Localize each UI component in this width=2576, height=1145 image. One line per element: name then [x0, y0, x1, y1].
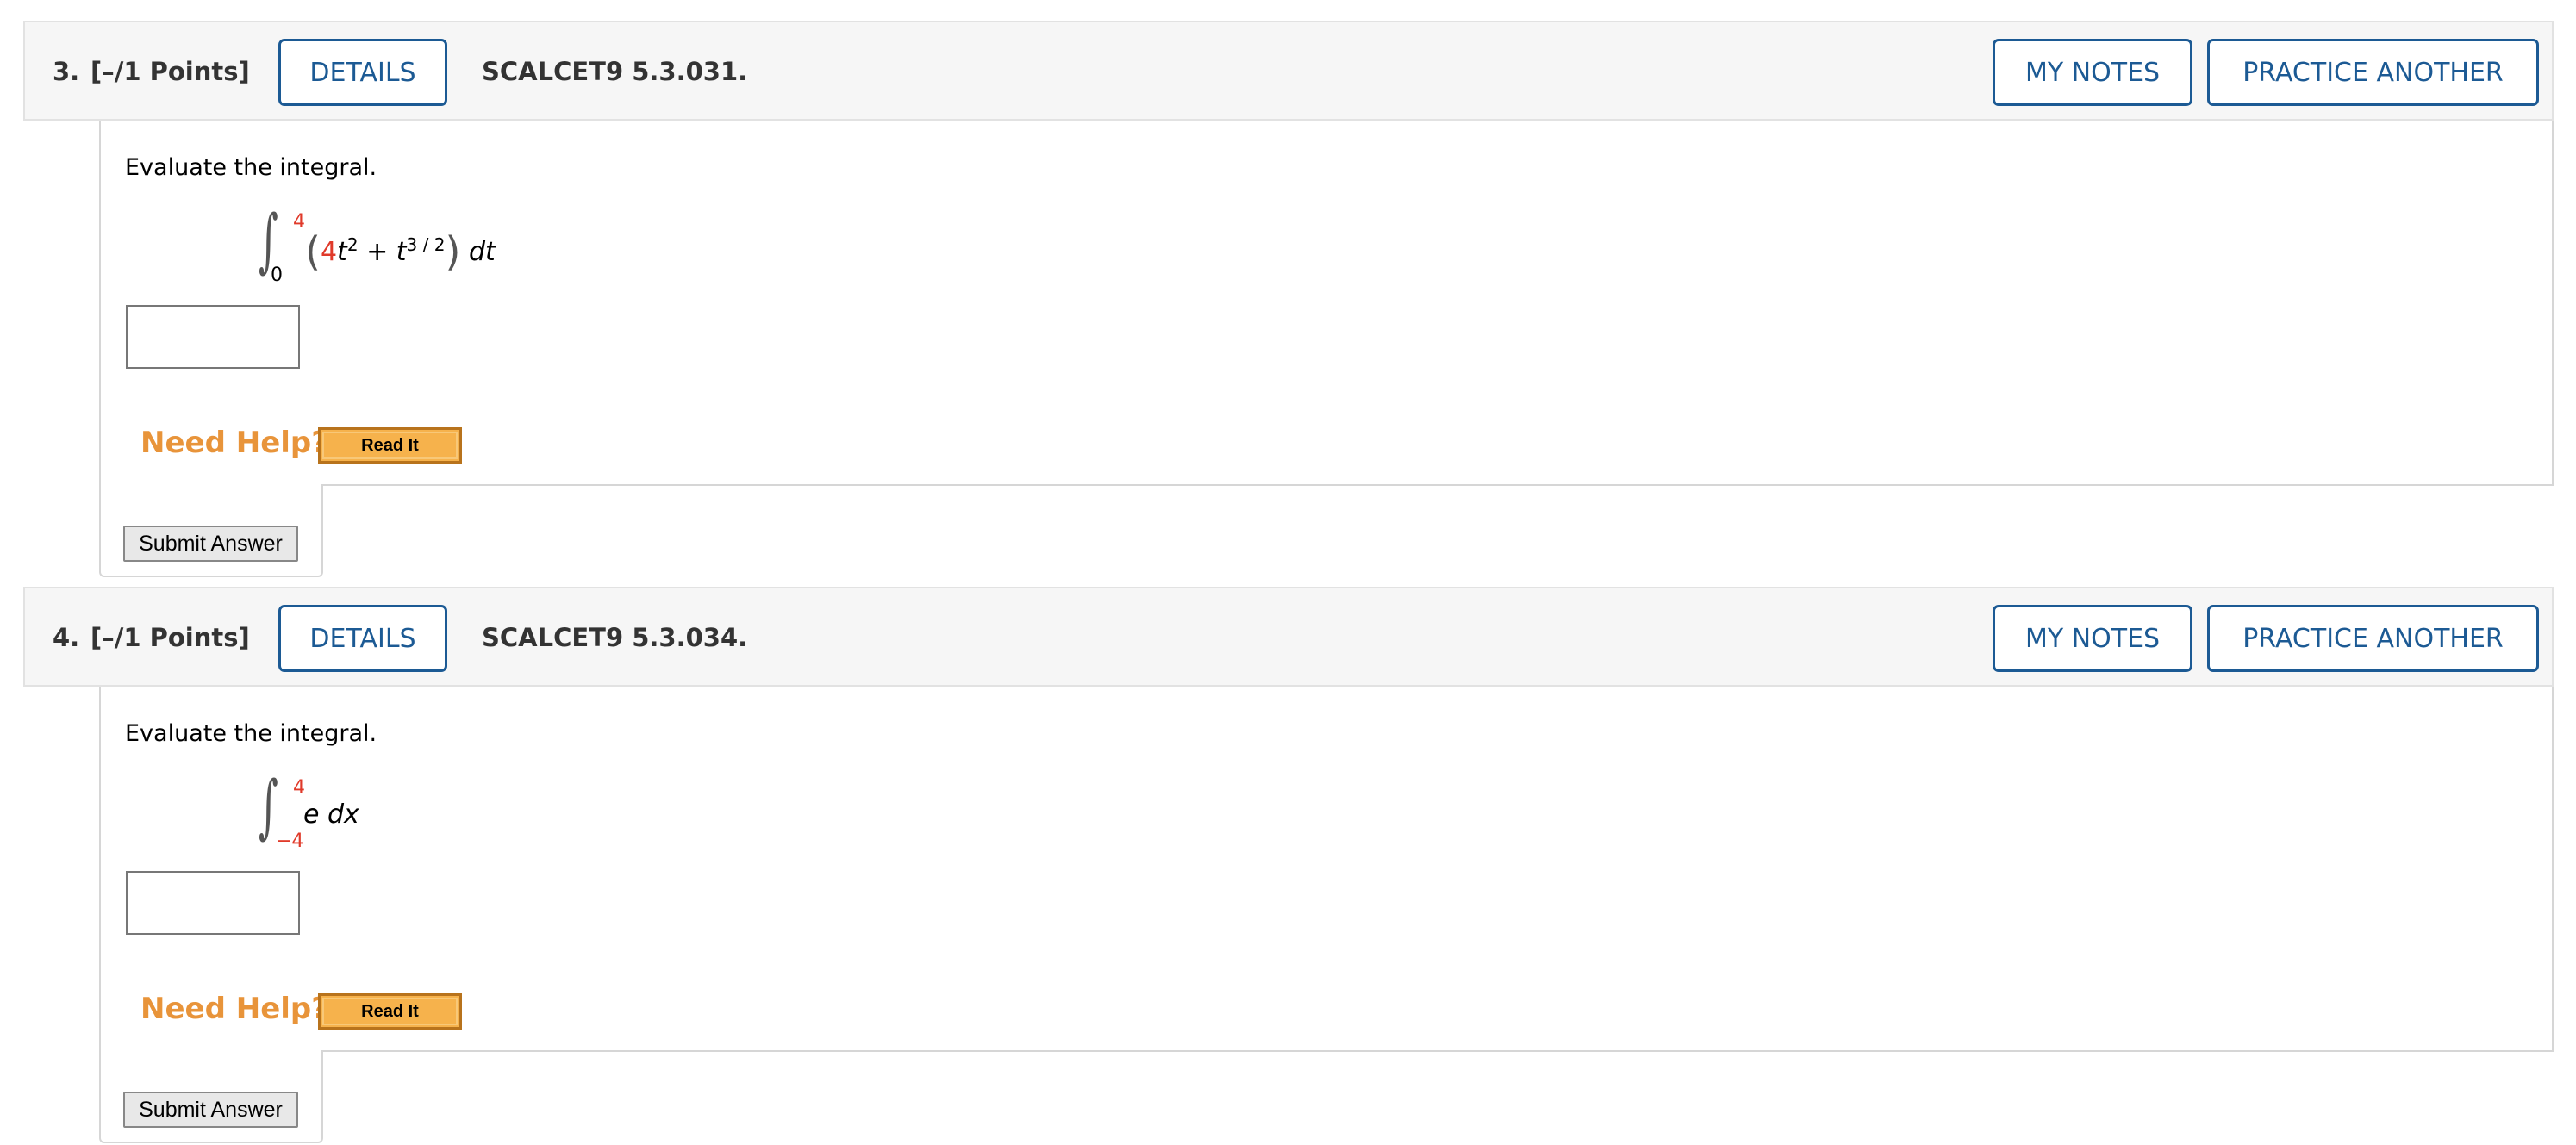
- question-3: 3. [–/1 Points] DETAILS SCALCET9 5.3.031…: [0, 21, 2576, 589]
- question-4: 4. [–/1 Points] DETAILS SCALCET9 5.3.034…: [0, 587, 2576, 1145]
- integrand: (4t2 + t3 / 2) dt: [305, 228, 496, 275]
- differential: dx: [327, 800, 359, 830]
- integrand-variable: t: [337, 237, 347, 267]
- question-code: SCALCET9 5.3.031.: [482, 57, 748, 86]
- question-points: [–/1 Points]: [90, 57, 250, 86]
- left-paren-icon: (: [305, 228, 321, 275]
- read-it-button[interactable]: Read It: [318, 427, 462, 464]
- question-number: 4.: [53, 623, 80, 652]
- right-paren-icon: ): [445, 228, 461, 275]
- practice-another-button[interactable]: PRACTICE ANOTHER: [2207, 39, 2539, 106]
- submit-answer-button[interactable]: Submit Answer: [123, 1092, 298, 1128]
- differential: dt: [468, 237, 496, 267]
- integrand-variable-2: t: [396, 237, 407, 267]
- question-header: 3. [–/1 Points] DETAILS SCALCET9 5.3.031…: [23, 21, 2554, 121]
- integral-lower-limit: −4: [276, 831, 304, 852]
- submit-answer-button[interactable]: Submit Answer: [123, 526, 298, 562]
- integrand-function: e: [303, 800, 320, 830]
- details-button[interactable]: DETAILS: [278, 605, 447, 672]
- practice-another-button[interactable]: PRACTICE ANOTHER: [2207, 605, 2539, 672]
- question-body: [99, 687, 2554, 1052]
- question-points: [–/1 Points]: [90, 623, 250, 652]
- integral-expression: ∫ 4 −4 e dx: [259, 772, 689, 867]
- question-header: 4. [–/1 Points] DETAILS SCALCET9 5.3.034…: [23, 587, 2554, 687]
- plus-sign: +: [358, 237, 396, 267]
- my-notes-button[interactable]: MY NOTES: [1993, 605, 2192, 672]
- integrand-coefficient: 4: [320, 237, 338, 267]
- question-prompt: Evaluate the integral.: [125, 154, 377, 181]
- question-body: [99, 121, 2554, 486]
- integrand-exponent-2: 3 / 2: [406, 234, 446, 255]
- answer-input[interactable]: [126, 871, 300, 935]
- integral-lower-limit: 0: [271, 264, 283, 286]
- read-it-button[interactable]: Read It: [318, 993, 462, 1030]
- my-notes-button[interactable]: MY NOTES: [1993, 39, 2192, 106]
- integral-upper-limit: 4: [293, 777, 305, 799]
- integral-upper-limit: 4: [293, 211, 305, 233]
- question-code: SCALCET9 5.3.034.: [482, 623, 748, 652]
- need-help-label: Need Help?: [140, 426, 328, 460]
- integrand: e dx: [303, 800, 359, 830]
- need-help-label: Need Help?: [140, 992, 328, 1026]
- details-button[interactable]: DETAILS: [278, 39, 447, 106]
- answer-input[interactable]: [126, 305, 300, 369]
- integral-expression: ∫ 4 0 (4t2 + t3 / 2) dt: [259, 206, 689, 301]
- integrand-exponent: 2: [346, 234, 359, 255]
- question-number: 3.: [53, 57, 80, 86]
- question-prompt: Evaluate the integral.: [125, 720, 377, 747]
